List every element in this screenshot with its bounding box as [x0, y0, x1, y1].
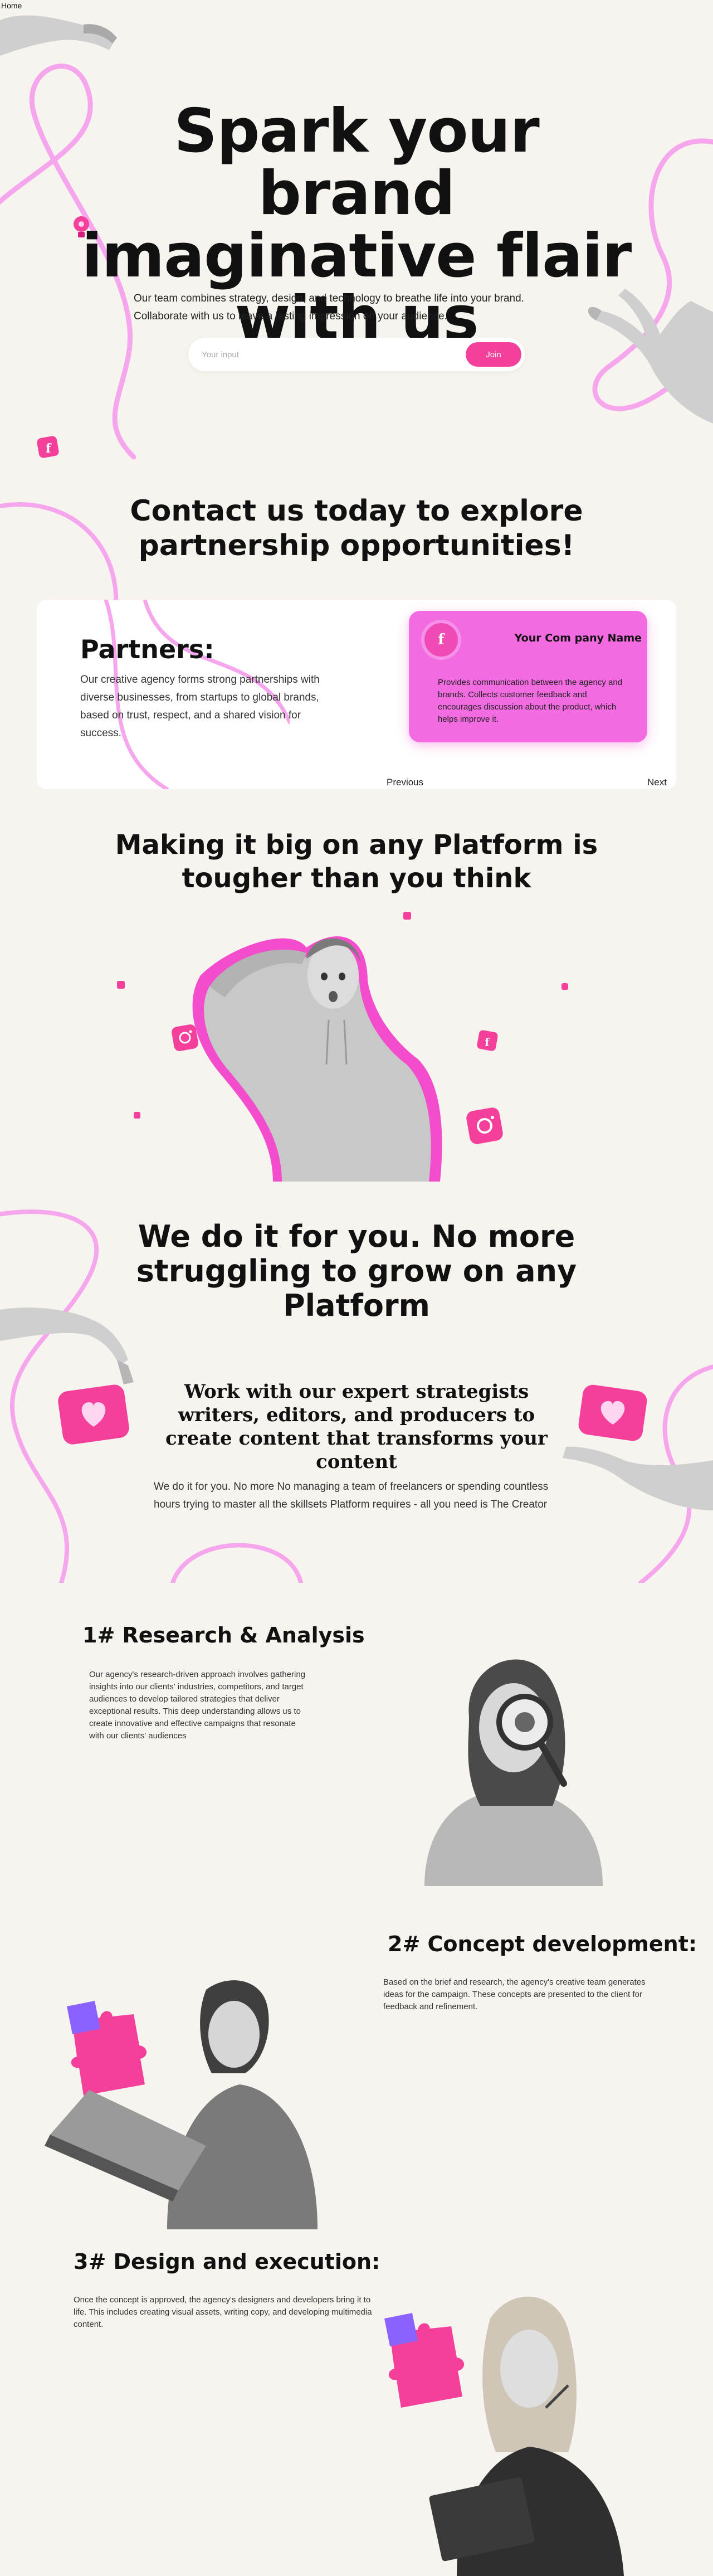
company-name: Your Com pany Name: [514, 632, 642, 644]
magnifier-woman-illustration: [424, 1659, 603, 1886]
heart-icon: [578, 1384, 647, 1441]
step-2-title: 2# Concept development:: [388, 1932, 697, 1956]
next-button[interactable]: Next: [647, 777, 667, 788]
previous-button[interactable]: Previous: [387, 777, 423, 788]
heart-icon: [58, 1384, 129, 1445]
wedo-title: We do it for you. No more struggling to …: [136, 1219, 577, 1323]
laptop-woman-illustration: [45, 1980, 318, 2229]
work-title: Work with our expert strategists writers…: [165, 1381, 548, 1473]
wedo-text: We do it for you. No more No managing a …: [154, 1481, 549, 1510]
partners-text: Our creative agency forms strong partner…: [80, 674, 320, 739]
step-3-text: Once the concept is approved, the agency…: [74, 2295, 372, 2329]
hand-illustration-top-left: [0, 15, 117, 56]
facebook-icon: f: [424, 623, 458, 657]
svg-text:f: f: [485, 1036, 490, 1049]
platform-title: Making it big on any Platform is tougher…: [115, 829, 598, 894]
clipboard-woman-illustration: [384, 2296, 624, 2576]
instagram-icon: [172, 1024, 198, 1051]
puzzle-icon: [384, 2313, 465, 2408]
hero-subtitle: Our team combines strategy, design, and …: [134, 293, 524, 322]
stressed-woman-illustration: f: [117, 912, 568, 1182]
contact-title: Contact us today to explore partnership …: [130, 494, 583, 562]
puzzle-icon: [67, 2001, 147, 2096]
instagram-icon: [466, 1107, 503, 1144]
company-description: Provides communication between the agenc…: [438, 678, 623, 724]
step-1-title: 1# Research & Analysis: [82, 1623, 365, 1647]
join-form: Join: [188, 338, 525, 371]
step-3-title: 3# Design and execution:: [74, 2249, 380, 2274]
sparkle-shape: [134, 1112, 140, 1119]
facebook-icon: f: [477, 1030, 498, 1051]
svg-text:f: f: [46, 441, 52, 456]
sparkle-shape: [561, 983, 568, 990]
step-2-text: Based on the brief and research, the age…: [383, 1977, 646, 2011]
partners-heading: Partners:: [80, 634, 214, 664]
email-input[interactable]: [202, 346, 447, 363]
sparkle-shape: [403, 912, 411, 920]
sparkle-shape: [117, 981, 125, 989]
facebook-icon: f: [37, 436, 59, 458]
company-card[interactable]: f Your Com pany Name Provides communicat…: [409, 611, 647, 742]
join-button[interactable]: Join: [466, 342, 521, 367]
step-1-text: Our agency's research-driven approach in…: [89, 1670, 306, 1741]
hand-illustration-right: [563, 1446, 713, 1510]
